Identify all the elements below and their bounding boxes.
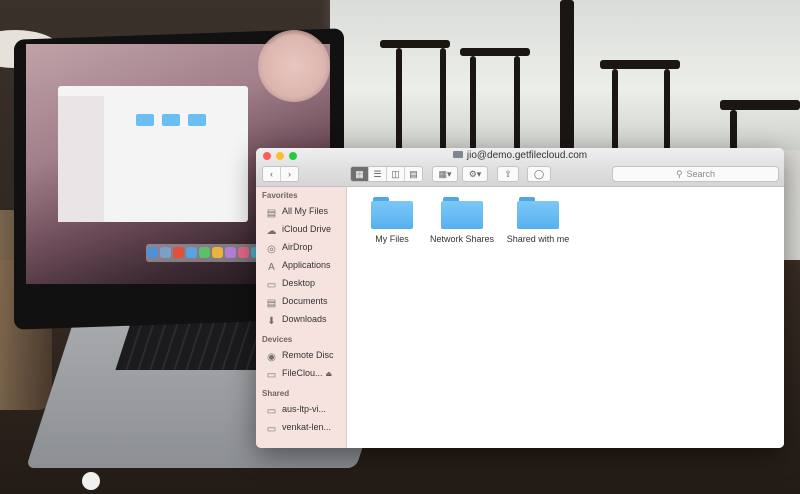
sidebar-item-label: Desktop (282, 278, 316, 288)
sidebar-item-applications[interactable]: A Applications (266, 257, 346, 273)
sidebar-section-favorites: Favorites (262, 191, 298, 200)
folder-shared-with-me[interactable]: Shared with me (493, 197, 583, 244)
arrange-button[interactable]: ▦▾ (432, 166, 458, 182)
sidebar-item-airdrop[interactable]: ◎ AirDrop (266, 239, 346, 255)
search-placeholder: Search (686, 169, 716, 179)
folder-label: Shared with me (506, 234, 570, 244)
sidebar-section-devices: Devices (262, 335, 293, 344)
stool-seat (600, 60, 680, 69)
nav-buttons: ‹ › (262, 166, 299, 182)
stool-seat (460, 48, 530, 56)
zoom-lens (258, 30, 330, 102)
icon-view-icon[interactable]: ▦ (351, 167, 369, 181)
stool-leg (470, 56, 476, 156)
drive-icon: ▭ (266, 370, 277, 381)
mini-folder-icon (188, 114, 206, 126)
search-icon: ⚲ (675, 169, 683, 179)
arrange-icon: ▦▾ (438, 169, 452, 179)
sidebar: Favorites ▤ All My Files ☁ iCloud Drive ◎ A… (256, 187, 347, 448)
tag-icon: ◯ (533, 169, 545, 179)
sidebar-item-label: Remote Disc (282, 350, 334, 360)
title-bar[interactable]: jio@demo.getfilecloud.com (256, 148, 784, 164)
window-pillar (560, 0, 574, 150)
eject-icon[interactable]: ⏏ (326, 371, 333, 378)
window-title-text: jio@demo.getfilecloud.com (466, 150, 588, 161)
share-icon: ⇧ (504, 169, 512, 179)
sidebar-item-remote-disc[interactable]: ◉ Remote Disc (266, 347, 346, 363)
finder-window[interactable]: jio@demo.getfilecloud.com ‹ › ▦ ☰ ◫ ▤ ▦▾… (256, 148, 784, 448)
stool-leg (514, 56, 520, 156)
desktop-icon: ▭ (266, 280, 277, 291)
sidebar-item-documents[interactable]: ▤ Documents (266, 293, 346, 309)
mini-folder-icon (136, 114, 154, 126)
sidebar-item-icloud-drive[interactable]: ☁ iCloud Drive (266, 221, 346, 237)
earbud (82, 472, 100, 490)
sidebar-item-label: iCloud Drive (282, 224, 332, 234)
chevron-left-icon[interactable]: ‹ (263, 167, 281, 181)
sidebar-item-desktop[interactable]: ▭ Desktop (266, 275, 346, 291)
stool-leg (612, 69, 618, 159)
chevron-right-icon[interactable]: › (281, 167, 298, 181)
stool-seat (720, 100, 800, 110)
tags-button[interactable]: ◯ (527, 166, 551, 182)
drive-icon (452, 151, 463, 158)
sidebar-item-label: venkat-len... (282, 422, 332, 432)
window-title: jio@demo.getfilecloud.com (256, 150, 784, 161)
documents-icon: ▤ (266, 298, 277, 309)
sidebar-item-label: aus-ltp-vi... (282, 404, 327, 414)
sidebar-item-label: FileClou... (282, 368, 323, 378)
sidebar-section-shared: Shared (262, 389, 290, 398)
mini-folder-icon (162, 114, 180, 126)
stool-leg (664, 69, 670, 159)
mini-finder-window (58, 86, 248, 222)
sidebar-item-label: Downloads (282, 314, 327, 324)
gear-icon: ⚙▾ (468, 169, 482, 179)
mini-sidebar (58, 96, 104, 222)
column-view-icon[interactable]: ◫ (387, 167, 405, 181)
sidebar-item-filecloud[interactable]: ▭ FileClou... ⏏ (266, 365, 346, 381)
stool-leg (440, 48, 446, 158)
sidebar-item-label: Applications (282, 260, 331, 270)
sidebar-item-label: All My Files (282, 206, 329, 216)
stool-leg (396, 48, 402, 158)
computer-icon: ▭ (266, 424, 277, 435)
disc-icon: ◉ (267, 352, 276, 363)
applications-icon: A (268, 262, 275, 273)
folder-icon (517, 197, 559, 229)
list-view-icon[interactable]: ☰ (369, 167, 387, 181)
stool-seat (380, 40, 450, 48)
sidebar-item-label: Documents (282, 296, 328, 306)
downloads-icon: ⬇ (267, 316, 276, 327)
search-field[interactable]: ⚲ Search (612, 166, 779, 182)
sidebar-item-label: AirDrop (282, 242, 313, 252)
folder-icon (371, 197, 413, 229)
toolbar: ‹ › ▦ ☰ ◫ ▤ ▦▾ ⚙▾ ⇧ ◯ ⚲ Search (256, 164, 784, 187)
sidebar-item-downloads[interactable]: ⬇ Downloads (266, 311, 346, 327)
sidebar-item-all-my-files[interactable]: ▤ All My Files (266, 203, 346, 219)
action-button[interactable]: ⚙▾ (462, 166, 488, 182)
all-files-icon: ▤ (266, 208, 277, 219)
computer-icon: ▭ (266, 406, 277, 417)
share-button[interactable]: ⇧ (497, 166, 519, 182)
sidebar-item-shared-computer-1[interactable]: ▭ aus-ltp-vi... (266, 401, 346, 417)
cloud-icon: ☁ (266, 226, 277, 237)
file-browser-content: My Files Network Shares Shared with me (347, 187, 784, 448)
cover-flow-view-icon[interactable]: ▤ (405, 167, 422, 181)
view-switcher: ▦ ☰ ◫ ▤ (350, 166, 423, 182)
airdrop-icon: ◎ (267, 244, 276, 255)
sidebar-item-shared-computer-2[interactable]: ▭ venkat-len... (266, 419, 346, 435)
folder-icon (441, 197, 483, 229)
